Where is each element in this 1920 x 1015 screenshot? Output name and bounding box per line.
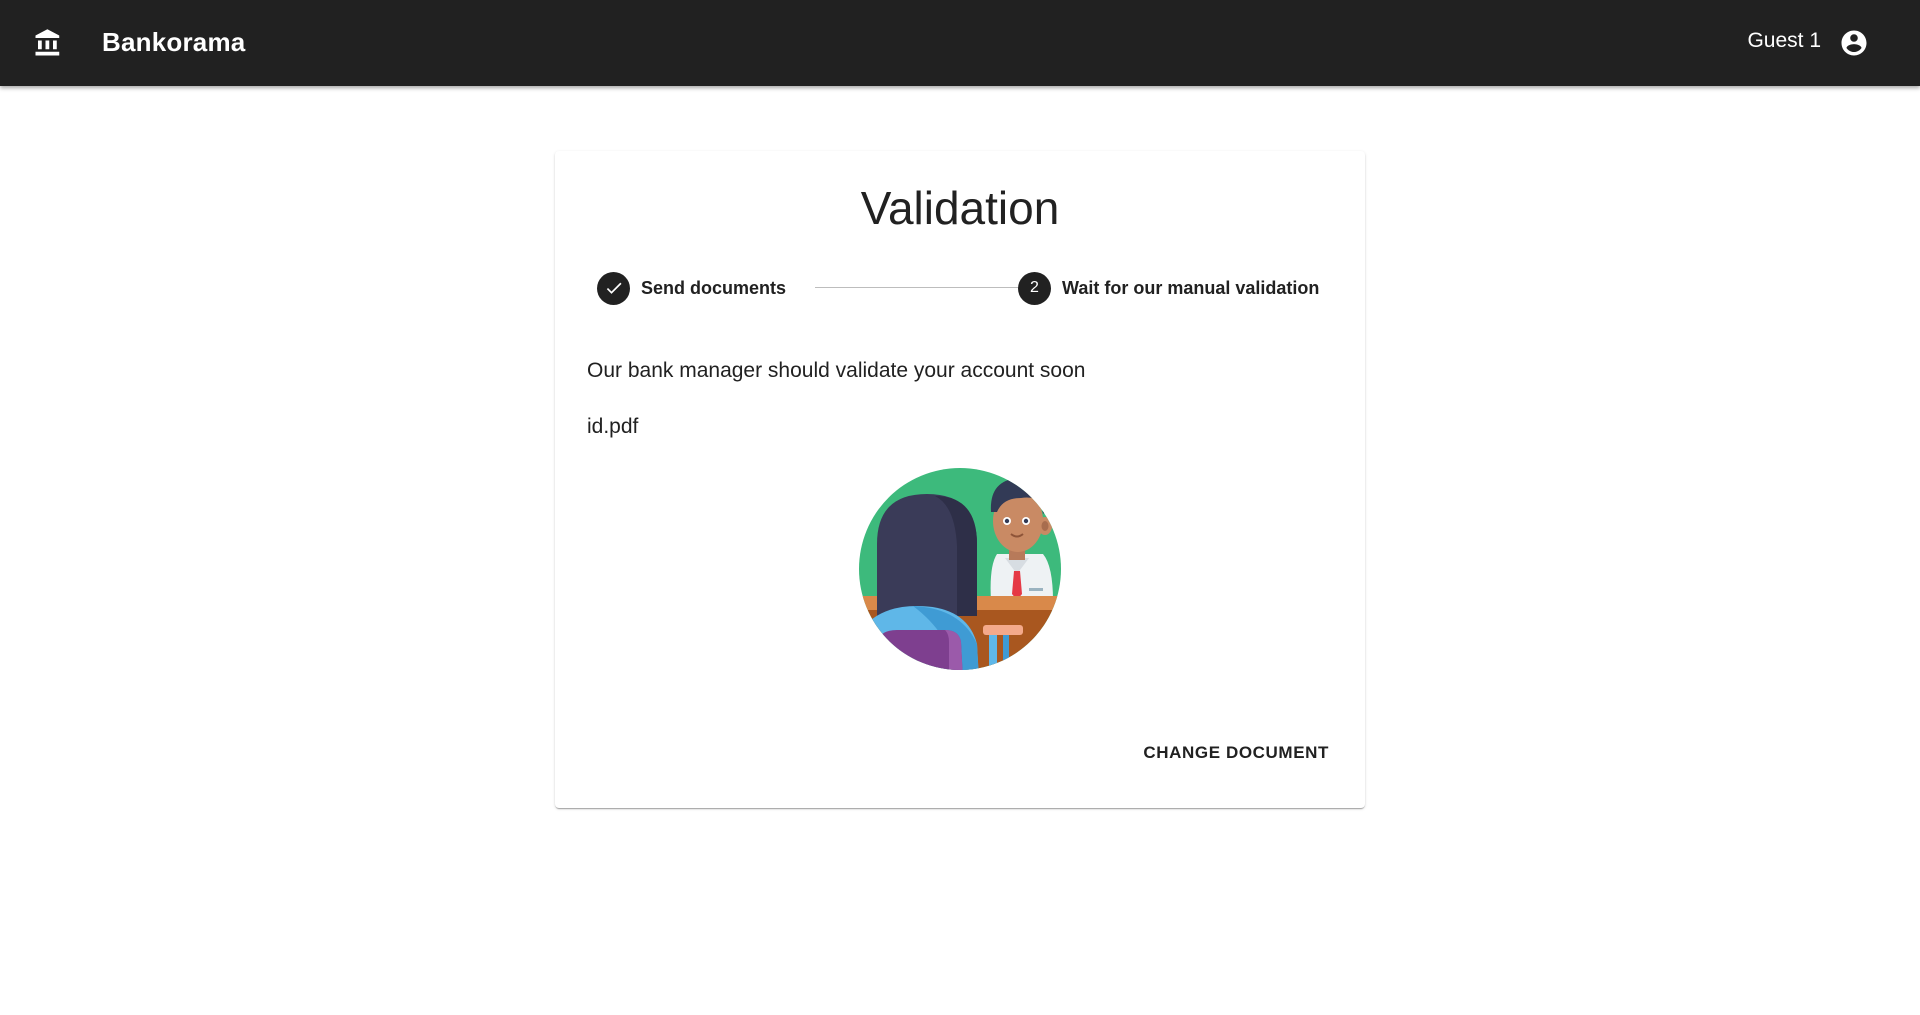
user-name[interactable]: Guest 1 [1747, 29, 1821, 53]
app-title[interactable]: Bankorama [102, 27, 245, 58]
account-circle-icon[interactable] [1839, 28, 1869, 58]
validation-stepper: Send documents 2 Wait for our manual val… [597, 271, 1327, 305]
bank-icon[interactable] [33, 28, 63, 58]
app-bar: Bankorama Guest 1 [0, 0, 1920, 86]
step-send-documents: Send documents [597, 271, 786, 305]
change-document-button[interactable]: CHANGE DOCUMENT [1131, 735, 1341, 771]
step-manual-validation: 2 Wait for our manual validation [1018, 271, 1319, 305]
validation-card: Validation Send documents 2 Wait for our… [555, 151, 1365, 808]
page-title: Validation [860, 182, 1060, 234]
validation-message: Our bank manager should validate your ac… [587, 359, 1086, 382]
step-complete-badge [597, 271, 630, 305]
step-label: Wait for our manual validation [1062, 277, 1320, 298]
step-label: Send documents [641, 277, 787, 298]
bank-manager-meeting-illustration [859, 468, 1061, 670]
check-icon [606, 282, 621, 294]
uploaded-filename: id.pdf [587, 415, 639, 438]
step-connector [815, 287, 1024, 288]
step-number-badge: 2 [1018, 271, 1051, 305]
